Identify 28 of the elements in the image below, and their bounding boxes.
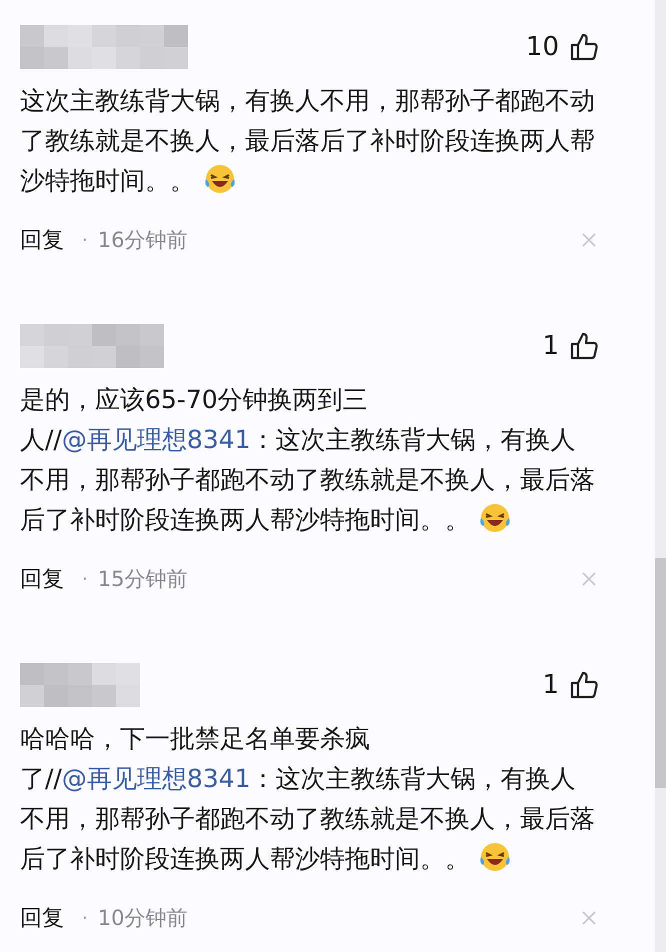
mention-link[interactable]: @再见理想8341 <box>62 764 250 793</box>
reply-button[interactable]: 回复 <box>20 903 64 933</box>
separator-dot: · <box>82 230 88 250</box>
mention-link[interactable]: @再见理想8341 <box>62 425 250 454</box>
reply-button[interactable]: 回复 <box>20 564 64 594</box>
close-icon[interactable] <box>581 232 597 248</box>
comment-text: 这次主教练背大锅，有换人不用，那帮孙子都跑不动了教练就是不换人，最后落后了补时阶段连换两人帮沙特拖时间。。 <box>20 85 596 197</box>
scrollbar[interactable] <box>655 0 666 952</box>
comment-time: 15分钟前 <box>98 566 188 593</box>
reply-button[interactable]: 回复 <box>20 225 64 255</box>
laughing-emoji-icon <box>478 841 512 873</box>
comment-text: 哈哈哈，下一批禁足名单要杀疯了//@再见理想8341：这次主教练背大锅，有换人不用，那帮孙子都跑不动了教练就是不换人，最后落后了补时阶段连换两人帮沙特拖时间。。 <box>20 723 596 875</box>
like-count: 10 <box>526 32 559 62</box>
separator-dot: · <box>82 568 88 590</box>
scrollbar-thumb[interactable] <box>655 558 666 788</box>
comment-time: 10分钟前 <box>98 905 188 932</box>
thumbs-up-icon[interactable] <box>569 670 599 700</box>
thumbs-up-icon[interactable] <box>569 32 599 62</box>
thumbs-up-icon[interactable] <box>569 331 599 361</box>
laughing-emoji-icon <box>478 502 512 534</box>
like-count: 1 <box>542 670 559 700</box>
close-icon[interactable] <box>581 910 597 926</box>
comment-time: 16分钟前 <box>98 227 188 254</box>
laughing-emoji-icon <box>203 163 237 195</box>
comment-text: 是的，应该65-70分钟换两到三人//@再见理想8341：这次主教练背大锅，有换人不用，那帮孙子都跑不动了教练就是不换人，最后落后了补时阶段连换两人帮沙特拖时间。。 <box>20 384 596 536</box>
separator-dot: · <box>82 908 88 928</box>
like-count: 1 <box>542 331 559 361</box>
close-icon[interactable] <box>581 571 597 587</box>
